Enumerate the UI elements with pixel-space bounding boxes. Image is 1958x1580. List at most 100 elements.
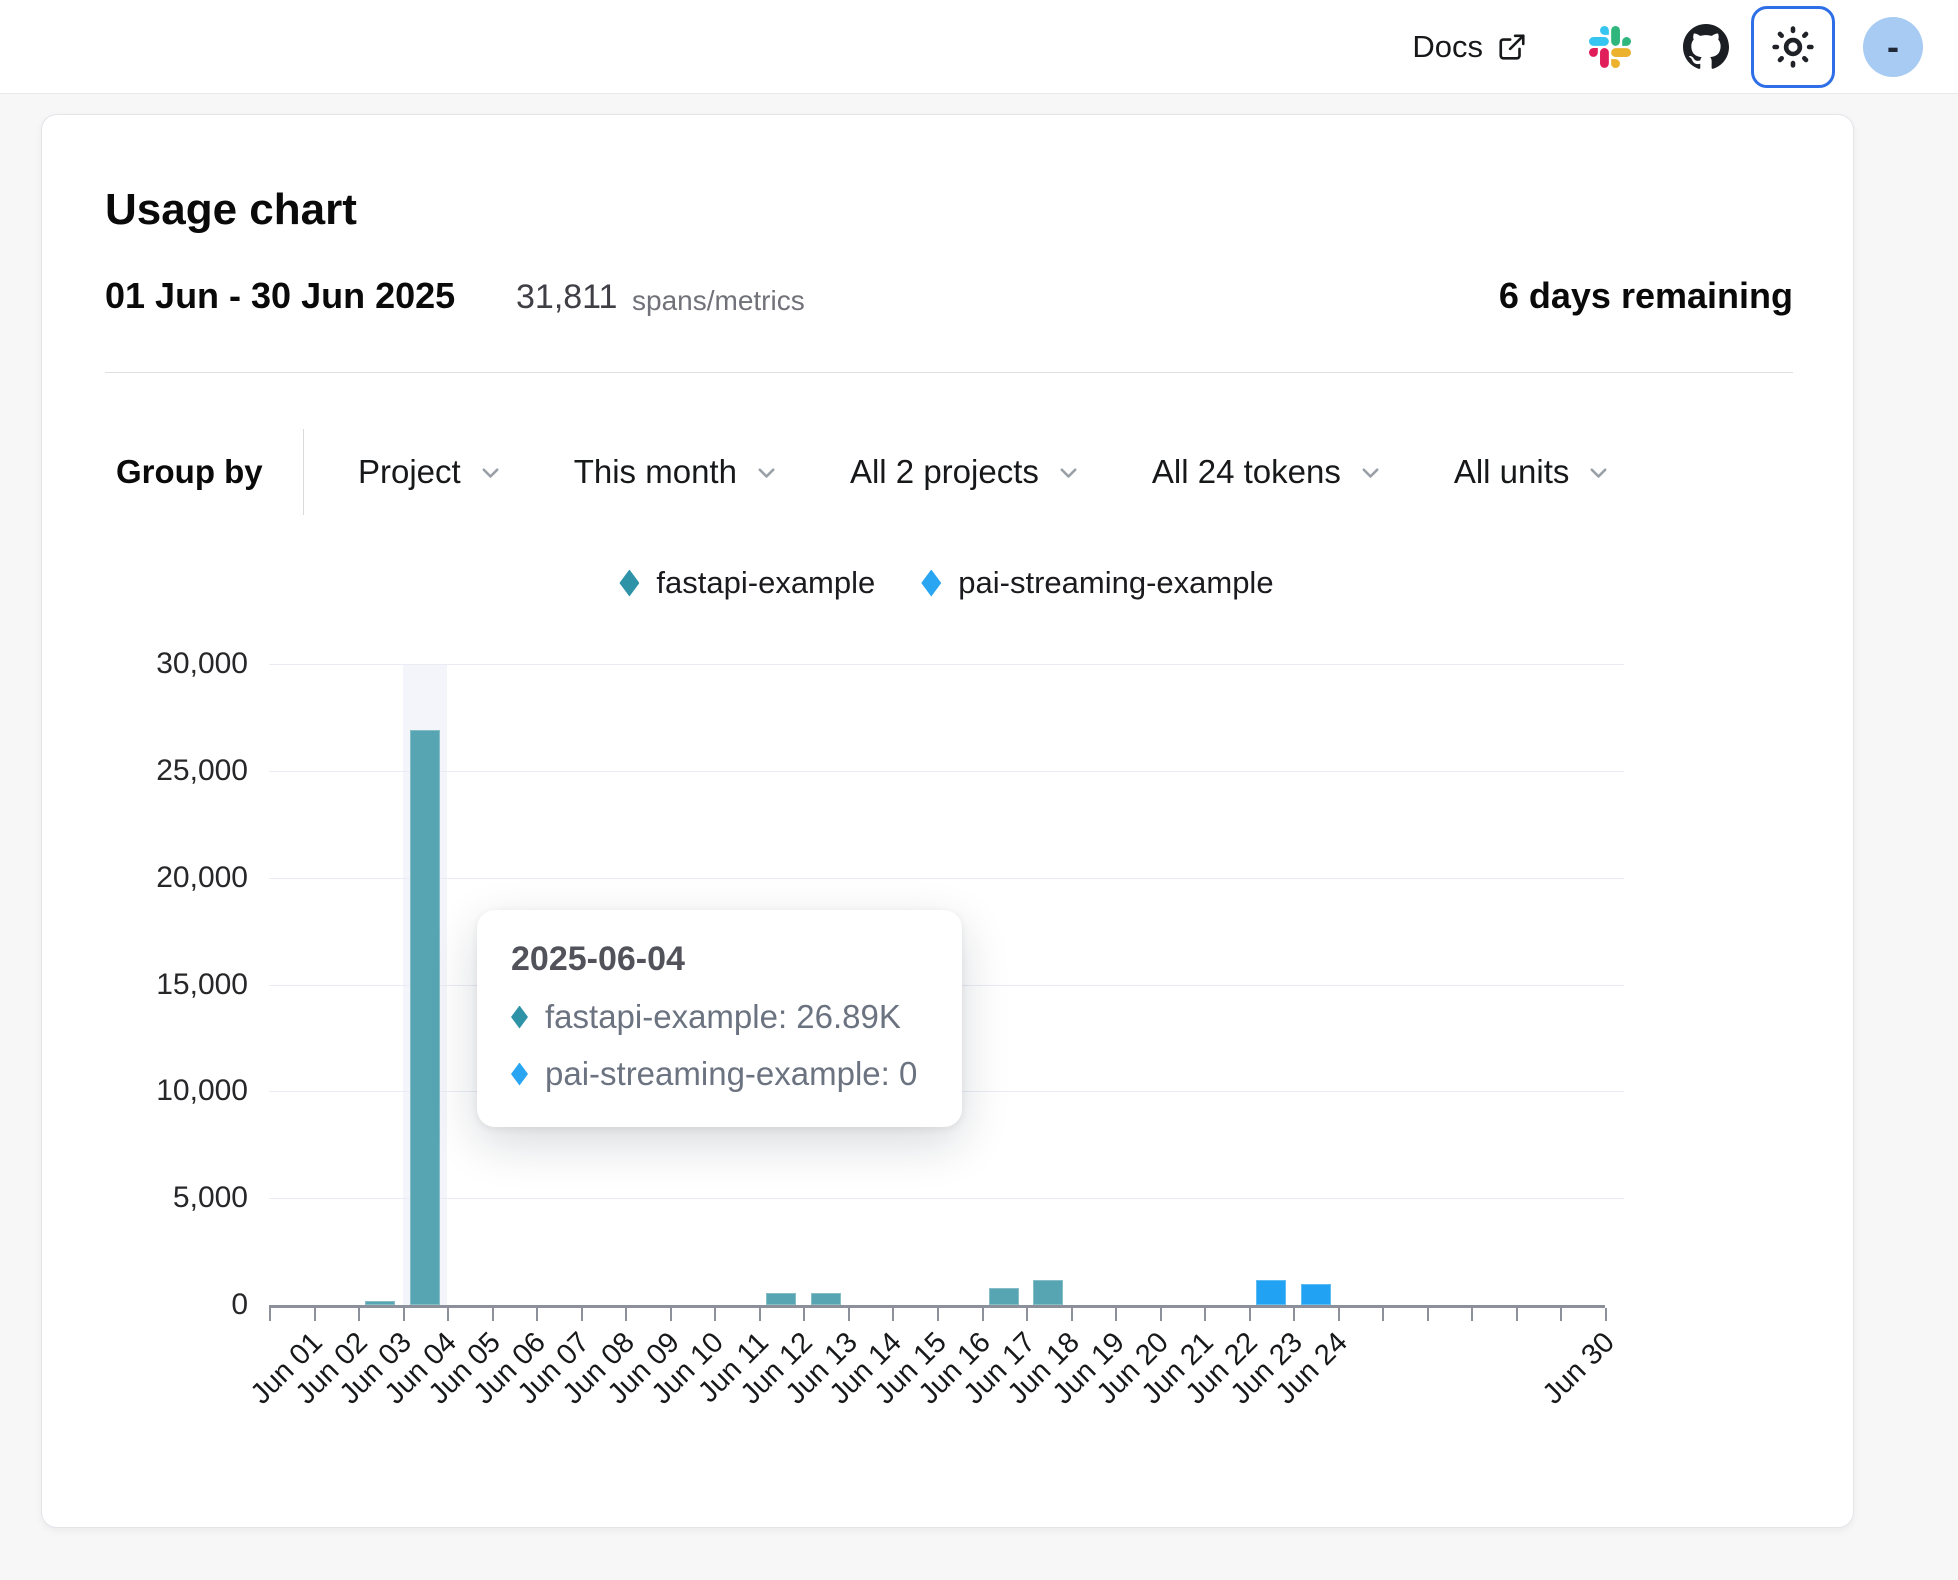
divider (105, 372, 1793, 373)
group-by-label: Group by (116, 453, 303, 491)
tooltip-row-text: fastapi-example: 26.89K (545, 998, 901, 1036)
legend-diamond-icon (619, 570, 639, 597)
docs-link[interactable]: Docs (1412, 29, 1527, 65)
chevron-down-icon (753, 459, 780, 486)
gridline (269, 771, 1624, 772)
theme-toggle-button[interactable] (1751, 6, 1835, 88)
external-link-icon (1497, 32, 1527, 62)
axis-tick (581, 1308, 583, 1321)
axis-tick (1293, 1308, 1295, 1321)
axis-tick (314, 1308, 316, 1321)
axis-tick (447, 1308, 449, 1321)
tooltip-diamond-icon (511, 1006, 528, 1029)
bar-fastapi-example-jun-18[interactable] (1033, 1280, 1063, 1305)
filter-dropdown-label: This month (574, 453, 737, 491)
y-axis-label: 20,000 (88, 860, 248, 896)
chart-tooltip: 2025-06-04 fastapi-example: 26.89K pai-st… (477, 910, 962, 1127)
total-unit: spans/metrics (632, 285, 805, 317)
filter-dropdown-tokens[interactable]: All 24 tokens (1152, 453, 1384, 491)
filter-dropdown-label: All units (1454, 453, 1570, 491)
legend-item-fastapi-example[interactable]: fastapi-example (619, 565, 875, 601)
legend-label: pai-streaming-example (958, 565, 1273, 601)
axis-tick (1382, 1308, 1384, 1321)
axis-tick (1115, 1308, 1117, 1321)
axis-tick (536, 1308, 538, 1321)
axis-tick (892, 1308, 894, 1321)
axis-tick (1605, 1308, 1607, 1321)
axis-tick (1249, 1308, 1251, 1321)
tooltip-diamond-icon (511, 1063, 528, 1086)
filter-bar: Group by Project This month All 2 projects… (116, 429, 1612, 515)
gridline (269, 1198, 1624, 1199)
avatar[interactable]: - (1863, 17, 1923, 77)
top-nav: Docs (0, 0, 1958, 94)
screen: Docs (0, 0, 1958, 1580)
bar-pai-streaming-example-jun-23[interactable] (1256, 1280, 1286, 1305)
y-axis-label: 0 (88, 1287, 248, 1323)
bar-fastapi-example-jun-17[interactable] (989, 1288, 1019, 1305)
page-title: Usage chart (105, 185, 357, 235)
tooltip-date: 2025-06-04 (511, 940, 928, 979)
legend-label: fastapi-example (656, 565, 875, 601)
axis-tick (1427, 1308, 1429, 1321)
bar-fastapi-example-jun-04[interactable] (410, 730, 440, 1305)
github-icon (1683, 24, 1729, 70)
y-axis-label: 30,000 (88, 646, 248, 682)
axis-tick (937, 1308, 939, 1321)
filter-dropdown-label: All 2 projects (850, 453, 1039, 491)
axis-tick (670, 1308, 672, 1321)
filter-dropdown-label: All 24 tokens (1152, 453, 1341, 491)
axis-tick (1516, 1308, 1518, 1321)
total-count: 31,811 (516, 278, 617, 317)
axis-tick (1471, 1308, 1473, 1321)
date-range: 01 Jun - 30 Jun 2025 (105, 275, 455, 317)
axis-tick (982, 1308, 984, 1321)
axis-tick (803, 1308, 805, 1321)
axis-tick (1026, 1308, 1028, 1321)
bar-pai-streaming-example-jun-24[interactable] (1301, 1284, 1331, 1305)
usage-card: Usage chart 01 Jun - 30 Jun 2025 31,811 … (41, 114, 1854, 1528)
y-axis-label: 10,000 (88, 1073, 248, 1109)
axis-tick (1071, 1308, 1073, 1321)
y-axis-label: 25,000 (88, 753, 248, 789)
slack-icon (1589, 26, 1631, 68)
tooltip-row: pai-streaming-example: 0 (511, 1055, 928, 1093)
filter-dropdown-units[interactable]: All units (1454, 453, 1613, 491)
chevron-down-icon (1585, 459, 1612, 486)
axis-tick (1560, 1308, 1562, 1321)
chevron-down-icon (1055, 459, 1082, 486)
axis-tick (848, 1308, 850, 1321)
days-remaining: 6 days remaining (1499, 275, 1793, 317)
docs-label: Docs (1412, 29, 1483, 65)
bar-fastapi-example-jun-13[interactable] (811, 1293, 841, 1305)
tooltip-row-text: pai-streaming-example: 0 (545, 1055, 917, 1093)
filter-dropdown-projects[interactable]: All 2 projects (850, 453, 1082, 491)
axis-tick (759, 1308, 761, 1321)
axis-tick (269, 1308, 271, 1321)
github-button[interactable] (1683, 24, 1729, 70)
slack-button[interactable] (1589, 26, 1631, 68)
x-axis-label: Jun 30 (1511, 1327, 1620, 1436)
axis-tick (358, 1308, 360, 1321)
filter-dropdown-time-range[interactable]: This month (574, 453, 780, 491)
tooltip-row: fastapi-example: 26.89K (511, 998, 928, 1036)
axis-tick (625, 1308, 627, 1321)
chevron-down-icon (477, 459, 504, 486)
sun-icon (1770, 24, 1816, 70)
axis-tick (403, 1308, 405, 1321)
gridline (269, 664, 1624, 665)
axis-tick (714, 1308, 716, 1321)
chevron-down-icon (1357, 459, 1384, 486)
axis-tick (1338, 1308, 1340, 1321)
axis-tick (1204, 1308, 1206, 1321)
y-axis-label: 15,000 (88, 967, 248, 1003)
axis-tick (492, 1308, 494, 1321)
filter-dropdown-label: Project (358, 453, 461, 491)
gridline (269, 878, 1624, 879)
bar-fastapi-example-jun-12[interactable] (766, 1293, 796, 1305)
legend-item-pai-streaming-example[interactable]: pai-streaming-example (921, 565, 1273, 601)
filter-dropdown-group-by-project[interactable]: Project (358, 453, 504, 491)
axis-tick (1160, 1308, 1162, 1321)
chart-legend: fastapi-example pai-streaming-example (269, 565, 1624, 601)
legend-diamond-icon (921, 570, 941, 597)
